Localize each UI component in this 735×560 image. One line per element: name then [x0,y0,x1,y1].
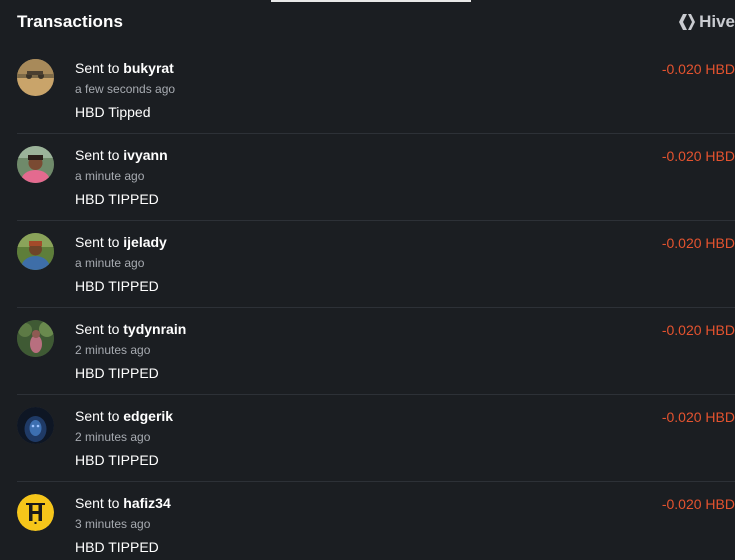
active-tab-indicator [271,0,471,2]
memo: HBD TIPPED [75,191,159,207]
direction-label: Sent to [75,234,120,250]
avatar[interactable] [17,320,54,357]
transaction-row[interactable]: Sent to edgerik 2 minutes ago HBD TIPPED… [17,395,735,482]
avatar-ivyann-image [17,146,54,183]
amount: -0.020 HBD [661,148,735,164]
recipient-username[interactable]: bukyrat [123,60,174,76]
transaction-row[interactable]: Sent to ivyann a minute ago HBD TIPPED -… [17,134,735,221]
recipient-username[interactable]: edgerik [123,408,173,424]
memo: HBD TIPPED [75,278,159,294]
timestamp: 3 minutes ago [75,517,151,531]
avatar[interactable] [17,146,54,183]
timestamp: a minute ago [75,256,145,270]
hive-icon [679,14,696,30]
timestamp: a minute ago [75,169,145,183]
amount: -0.020 HBD [661,61,735,77]
transactions-panel: Transactions Hive Sent to bukyrat a few … [0,0,735,560]
timestamp: 2 minutes ago [75,430,151,444]
avatar-tydynrain-image [17,320,54,357]
avatar-bukyrat-image [17,59,54,96]
avatar[interactable] [17,494,54,531]
avatar-hafiz34-logo [17,494,54,531]
direction-label: Sent to [75,147,120,163]
direction-label: Sent to [75,408,120,424]
hive-label: Hive [699,12,735,31]
avatar[interactable] [17,407,54,444]
recipient-username[interactable]: hafiz34 [123,495,170,511]
amount: -0.020 HBD [661,409,735,425]
hive-brand[interactable]: Hive [678,12,735,32]
timestamp: 2 minutes ago [75,343,151,357]
recipient-username[interactable]: ivyann [123,147,167,163]
memo: HBD TIPPED [75,452,159,468]
transaction-row[interactable]: Sent to tydynrain 2 minutes ago HBD TIPP… [17,308,735,395]
avatar[interactable] [17,233,54,270]
recipient-username[interactable]: tydynrain [123,321,186,337]
transaction-row[interactable]: Sent to hafiz34 3 minutes ago HBD TIPPED… [17,482,735,560]
memo: HBD Tipped [75,104,151,120]
direction-label: Sent to [75,321,120,337]
avatar-edgerik-image [17,407,54,444]
recipient-username[interactable]: ijelady [123,234,167,250]
panel-header: Transactions Hive [17,12,735,34]
timestamp: a few seconds ago [75,82,176,96]
amount: -0.020 HBD [661,496,735,512]
transaction-row[interactable]: Sent to ijelady a minute ago HBD TIPPED … [17,221,735,308]
direction-label: Sent to [75,60,120,76]
memo: HBD TIPPED [75,539,159,555]
panel-title: Transactions [17,12,124,31]
amount: -0.020 HBD [661,235,735,251]
transaction-row[interactable]: Sent to bukyrat a few seconds ago HBD Ti… [17,47,735,134]
memo: HBD TIPPED [75,365,159,381]
avatar[interactable] [17,59,54,96]
amount: -0.020 HBD [661,322,735,338]
transaction-list: Sent to bukyrat a few seconds ago HBD Ti… [17,47,735,560]
direction-label: Sent to [75,495,120,511]
avatar-ijelady-image [17,233,54,270]
